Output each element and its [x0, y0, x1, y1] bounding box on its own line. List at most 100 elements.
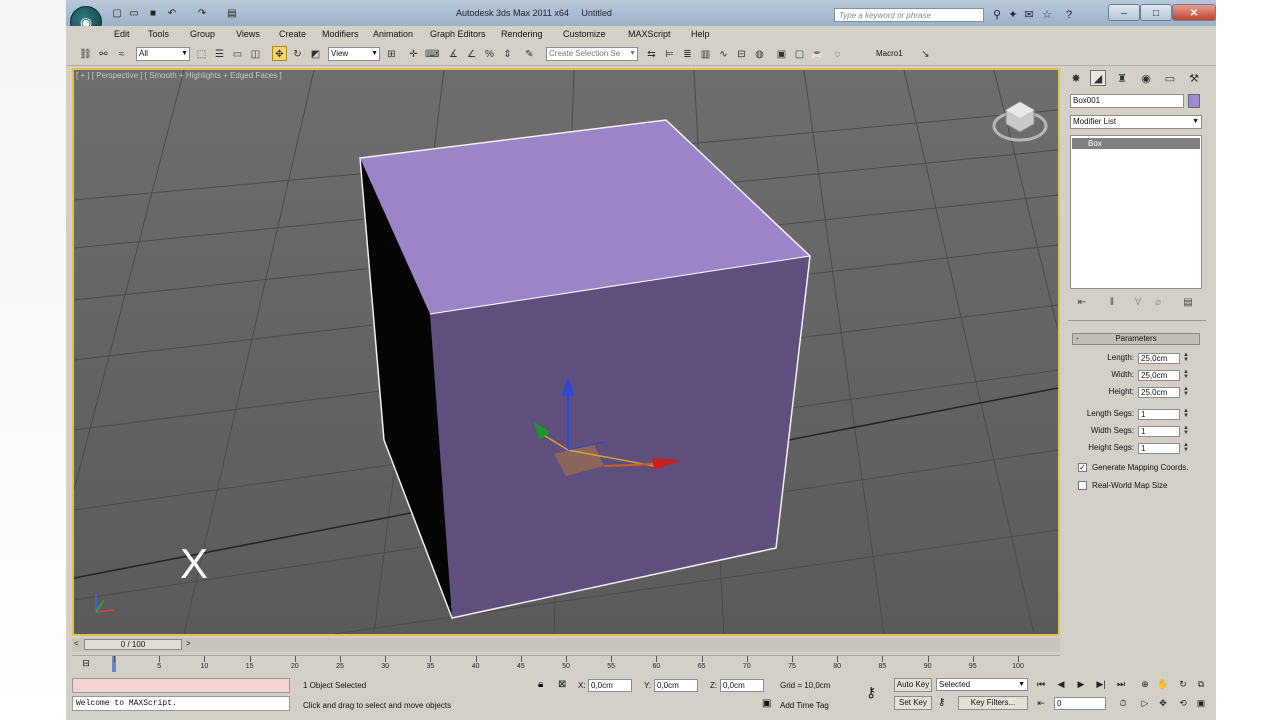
hierarchy-tab-icon[interactable]: ♜	[1114, 70, 1130, 86]
menu-modifiers[interactable]: Modifiers	[322, 29, 359, 39]
time-slider-track[interactable]	[72, 638, 1060, 652]
named-selection-dropdown[interactable]: Create Selection Se ▼	[546, 47, 638, 61]
curve-editor-mini-icon[interactable]: ⊟	[80, 657, 92, 669]
length-segs-spinner[interactable]: ▲ ▼	[1182, 408, 1190, 420]
angle-snap-icon[interactable]: ∠	[464, 46, 479, 61]
render-setup-icon[interactable]: ▣	[774, 46, 789, 61]
keyboard-shortcut-icon[interactable]: ⌨	[424, 46, 439, 61]
select-scale-icon[interactable]: ◩	[308, 46, 323, 61]
help-icon[interactable]: ?	[1062, 8, 1076, 22]
menu-create[interactable]: Create	[279, 29, 306, 39]
height-input[interactable]: 25,0cm	[1138, 387, 1180, 398]
ref-coord-dropdown[interactable]: View ▼	[328, 47, 380, 61]
layer-manager-icon[interactable]: ≣	[680, 46, 695, 61]
perspective-viewport[interactable]	[72, 68, 1060, 636]
go-to-end-icon[interactable]: ⏭	[1114, 678, 1128, 691]
height-spinner[interactable]: ▲ ▼	[1182, 386, 1190, 398]
length-segs-input[interactable]: 1	[1138, 409, 1180, 420]
y-coord-field[interactable]: 0,0cm	[654, 679, 698, 692]
selection-filter-dropdown[interactable]: All ▼	[136, 47, 190, 61]
next-frame-button-icon[interactable]: ▶|	[1094, 678, 1108, 691]
utilities-tab-icon[interactable]: ⚒	[1186, 70, 1202, 86]
viewport-label[interactable]: [ + ] [ Perspective ] [ Smooth + Highlig…	[76, 71, 282, 80]
maximize-icon[interactable]: □	[1140, 4, 1172, 21]
play-icon[interactable]: ▶	[1074, 678, 1088, 691]
zoom-time-icon[interactable]: ⊕	[1138, 678, 1152, 691]
maximize-viewport-icon[interactable]: ⧉	[1194, 678, 1208, 691]
parameters-rollout[interactable]: - Parameters	[1072, 333, 1200, 345]
width-spinner[interactable]: ▲ ▼	[1182, 369, 1190, 381]
edit-named-sel-icon[interactable]: ✎	[522, 46, 537, 61]
height-segs-input[interactable]: 1	[1138, 443, 1180, 454]
auto-key-button[interactable]: Auto Key	[894, 678, 932, 692]
z-coord-field[interactable]: 0,0cm	[720, 679, 764, 692]
key-mode-toggle-icon[interactable]: ⇤	[1034, 697, 1048, 710]
menu-edit[interactable]: Edit	[114, 29, 130, 39]
binoculars-icon[interactable]: ⚲	[990, 8, 1004, 22]
menu-maxscript[interactable]: MAXScript	[628, 29, 671, 39]
create-tab-icon[interactable]: ✸	[1068, 70, 1084, 86]
rendered-frame-icon[interactable]: ▢	[792, 46, 807, 61]
make-unique-icon[interactable]: ∀	[1130, 296, 1146, 310]
absolute-mode-icon[interactable]: ⊠	[558, 679, 566, 690]
open-file-icon[interactable]: ▭	[127, 7, 141, 20]
configure-sets-icon[interactable]: ▤	[1180, 296, 1196, 310]
stack-item-box[interactable]: Box	[1072, 138, 1200, 149]
menu-views[interactable]: Views	[236, 29, 260, 39]
manipulate-icon[interactable]: ✛	[406, 46, 421, 61]
remove-modifier-icon[interactable]: ⌀	[1150, 296, 1166, 310]
generate-mapping-checkbox[interactable]: ✓	[1078, 463, 1087, 472]
time-tag-icon[interactable]: ▣	[762, 698, 771, 709]
previous-frame-icon[interactable]: ◀	[1054, 678, 1068, 691]
modify-tab-icon[interactable]: ◢	[1090, 70, 1106, 86]
add-time-tag[interactable]: Add Time Tag	[780, 701, 829, 710]
key-mode-dropdown[interactable]: Selected ▼	[936, 678, 1028, 691]
set-key-icon[interactable]: ⚷	[938, 697, 945, 708]
snaps-toggle-icon[interactable]: ∡	[446, 46, 461, 61]
link-icon[interactable]: ⛓	[78, 46, 93, 61]
menu-help[interactable]: Help	[691, 29, 710, 39]
undo-icon[interactable]: ↶	[165, 7, 179, 20]
bind-space-warp-icon[interactable]: ≈	[114, 46, 129, 61]
field-of-view-icon[interactable]: ▷	[1138, 697, 1152, 710]
select-rotate-icon[interactable]: ↻	[290, 46, 305, 61]
viewcube-icon[interactable]	[992, 101, 1048, 142]
maxscript-output[interactable]: Welcome to MAXScript.	[72, 696, 290, 711]
maxscript-mini-listener[interactable]	[72, 678, 290, 693]
time-config-icon[interactable]: ⏱	[1116, 697, 1130, 710]
key-icon[interactable]: ⚷	[866, 684, 876, 701]
project-folder-icon[interactable]: ▤	[225, 7, 239, 20]
material-editor-icon[interactable]: ◍	[752, 46, 767, 61]
rect-selection-icon[interactable]: ▭	[230, 46, 245, 61]
minimize-icon[interactable]: –	[1108, 4, 1140, 21]
real-world-checkbox[interactable]	[1078, 481, 1087, 490]
dolly-icon[interactable]: ✥	[1156, 697, 1170, 710]
min-max-toggle-icon[interactable]: ▣	[1194, 697, 1208, 710]
curve-editor-icon[interactable]: ∿	[716, 46, 731, 61]
display-tab-icon[interactable]: ▭	[1162, 70, 1178, 86]
time-slider-thumb[interactable]: 0 / 100	[84, 639, 182, 650]
motion-tab-icon[interactable]: ◉	[1138, 70, 1154, 86]
show-end-result-icon[interactable]: ‖	[1104, 296, 1120, 310]
current-frame-field[interactable]: 0	[1054, 697, 1106, 710]
lock-selection-icon[interactable]: 🔒︎	[538, 679, 543, 690]
set-key-button[interactable]: Set Key	[894, 696, 932, 710]
select-move-icon[interactable]: ✥	[272, 46, 287, 61]
percent-snap-icon[interactable]: %	[482, 46, 497, 61]
select-by-name-icon[interactable]: ☰	[212, 46, 227, 61]
menu-graph-editors[interactable]: Graph Editors	[430, 29, 486, 39]
close-icon[interactable]: ✕	[1172, 4, 1216, 21]
arc-rotate-icon[interactable]: ⟲	[1176, 697, 1190, 710]
menu-tools[interactable]: Tools	[148, 29, 169, 39]
box-object[interactable]	[359, 119, 811, 619]
width-segs-input[interactable]: 1	[1138, 426, 1180, 437]
unlink-icon[interactable]: ⚯	[96, 46, 111, 61]
render-production-icon[interactable]: ☕	[810, 46, 825, 61]
modifier-list-dropdown[interactable]: Modifier List ▼	[1070, 115, 1202, 129]
key-filters-button[interactable]: Key Filters...	[958, 696, 1028, 710]
schematic-view-icon[interactable]: ⊟	[734, 46, 749, 61]
subscription-icon[interactable]: ✦	[1006, 8, 1020, 22]
x-coord-field[interactable]: 0,0cm	[588, 679, 632, 692]
prev-frame-icon[interactable]: <	[74, 639, 79, 648]
pivot-center-icon[interactable]: ⊞	[384, 46, 399, 61]
